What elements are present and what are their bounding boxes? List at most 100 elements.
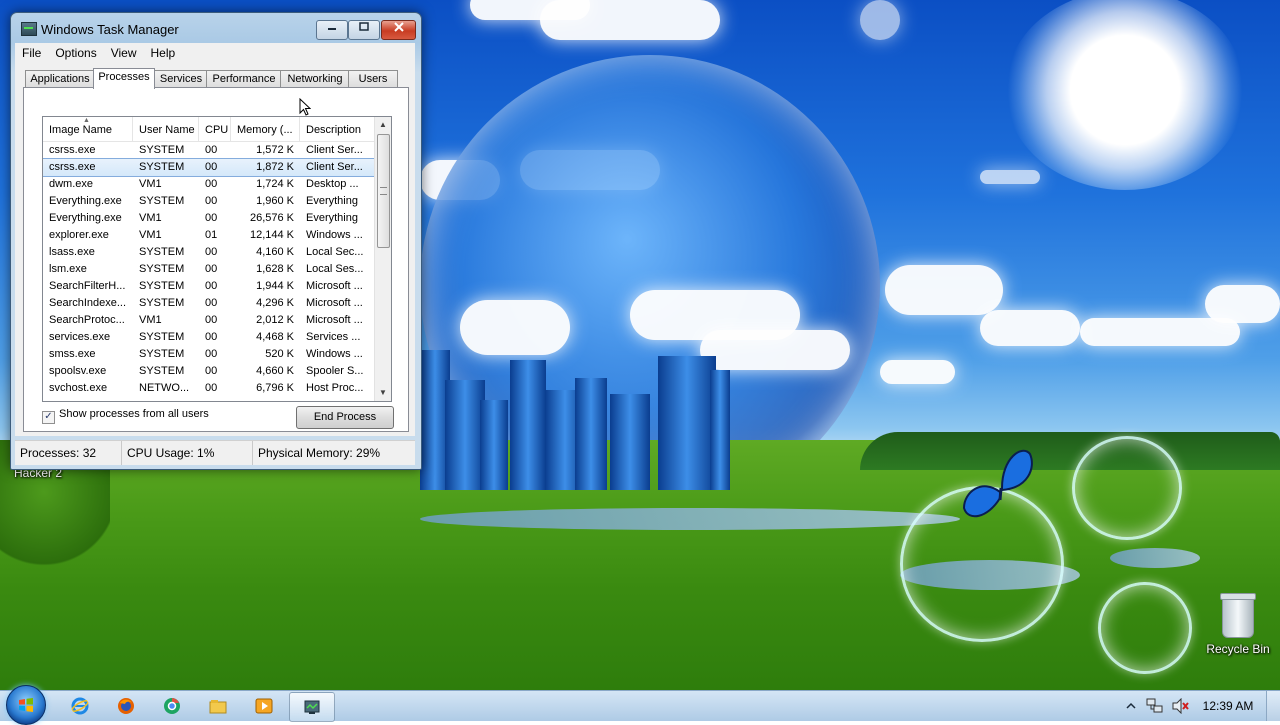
client-area: Applications Processes Services Performa… xyxy=(15,63,415,436)
column-user-name[interactable]: User Name xyxy=(133,117,199,141)
cell-image-name: csrss.exe xyxy=(49,161,96,173)
table-row[interactable]: spoolsv.exe SYSTEM 00 4,660 K Spooler S... xyxy=(43,363,375,380)
cell-user-name: VM1 xyxy=(139,229,162,241)
cloud xyxy=(980,310,1080,346)
menu-help[interactable]: Help xyxy=(144,43,183,63)
show-desktop-button[interactable] xyxy=(1266,691,1280,721)
cell-user-name: VM1 xyxy=(139,212,162,224)
table-row[interactable]: SearchProtoc... VM1 00 2,012 K Microsoft ... xyxy=(43,312,375,329)
table-row[interactable]: smss.exe SYSTEM 00 520 K Windows ... xyxy=(43,346,375,363)
tab-performance[interactable]: Performance xyxy=(206,70,282,88)
grip-icon xyxy=(380,187,387,195)
window-title: Windows Task Manager xyxy=(41,22,179,37)
cell-image-name: lsass.exe xyxy=(49,246,95,258)
cell-memory: 1,944 K xyxy=(256,280,294,292)
cell-cpu: 00 xyxy=(205,195,218,207)
show-hidden-icons-icon[interactable] xyxy=(1126,701,1136,711)
scroll-thumb[interactable] xyxy=(377,134,390,248)
column-description[interactable]: Description xyxy=(300,117,375,141)
table-row[interactable]: services.exe SYSTEM 00 4,468 K Services ... xyxy=(43,329,375,346)
network-icon[interactable] xyxy=(1146,698,1164,714)
cell-description: Spooler S... xyxy=(306,365,364,377)
taskbar-firefox[interactable] xyxy=(104,692,148,720)
title-bar[interactable]: Windows Task Manager xyxy=(11,13,421,43)
cell-description: Desktop ... xyxy=(306,178,359,190)
sort-ascending-icon: ▲ xyxy=(83,117,90,124)
show-all-users-checkbox[interactable]: ✓ Show processes from all users xyxy=(42,408,209,424)
cell-user-name: VM1 xyxy=(139,314,162,326)
taskbar-file-explorer[interactable] xyxy=(196,692,240,720)
table-row[interactable]: svchost.exe NETWO... 00 6,796 K Host Proc... xyxy=(43,380,375,397)
cell-user-name: SYSTEM xyxy=(139,297,185,309)
cell-image-name: Everything.exe xyxy=(49,195,122,207)
cell-description: Windows ... xyxy=(306,348,363,360)
tab-services[interactable]: Services xyxy=(154,70,208,88)
taskbar-task-manager[interactable] xyxy=(289,692,335,722)
column-image-name[interactable]: ▲ Image Name xyxy=(43,117,133,141)
cell-user-name: SYSTEM xyxy=(139,161,185,173)
file-explorer-icon xyxy=(209,700,227,714)
internet-explorer-icon xyxy=(71,697,89,715)
process-list[interactable]: ▲ Image Name User Name CPU Memory (... D… xyxy=(42,116,392,402)
scroll-up-icon[interactable]: ▲ xyxy=(375,117,391,133)
column-cpu[interactable]: CPU xyxy=(199,117,231,141)
table-row[interactable]: dwm.exe VM1 00 1,724 K Desktop ... xyxy=(43,176,375,193)
cell-cpu: 00 xyxy=(205,365,218,377)
minimize-button[interactable] xyxy=(316,20,348,40)
recycle-bin-icon xyxy=(1220,593,1256,638)
table-row[interactable]: Everything.exe SYSTEM 00 1,960 K Everything xyxy=(43,193,375,210)
table-row[interactable]: csrss.exe SYSTEM 00 1,872 K Client Ser... xyxy=(43,158,376,177)
tab-users[interactable]: Users xyxy=(348,70,398,88)
status-processes: Processes: 32 xyxy=(15,441,122,465)
menu-file[interactable]: File xyxy=(15,43,48,63)
taskbar-media-player[interactable] xyxy=(242,692,286,720)
cell-image-name: services.exe xyxy=(49,331,111,343)
cell-memory: 4,296 K xyxy=(256,297,294,309)
cell-cpu: 00 xyxy=(205,331,218,343)
bubble xyxy=(1098,582,1192,674)
taskbar-internet-explorer[interactable] xyxy=(58,692,102,720)
table-row[interactable]: SearchFilterH... SYSTEM 00 1,944 K Microsoft… xyxy=(43,278,375,295)
butterfly xyxy=(962,449,1033,518)
cell-description: Local Sec... xyxy=(306,246,364,258)
cell-user-name: SYSTEM xyxy=(139,348,185,360)
cell-memory: 4,160 K xyxy=(256,246,294,258)
cell-image-name: explorer.exe xyxy=(49,229,109,241)
cell-image-name: dwm.exe xyxy=(49,178,94,190)
table-row[interactable]: lsass.exe SYSTEM 00 4,160 K Local Sec... xyxy=(43,244,375,261)
tab-networking[interactable]: Networking xyxy=(280,70,350,88)
menu-options[interactable]: Options xyxy=(48,43,103,63)
table-row[interactable]: lsm.exe SYSTEM 00 1,628 K Local Ses... xyxy=(43,261,375,278)
vertical-scrollbar[interactable]: ▲ ▼ xyxy=(374,117,391,401)
start-button[interactable] xyxy=(6,685,46,725)
cell-image-name: svchost.exe xyxy=(49,382,108,394)
recycle-bin-label: Recycle Bin xyxy=(1206,642,1270,656)
cloud xyxy=(880,360,955,384)
checkbox-check-icon[interactable]: ✓ xyxy=(42,411,55,424)
firefox-icon xyxy=(118,698,134,714)
taskbar-chrome[interactable] xyxy=(150,692,194,720)
close-icon xyxy=(393,22,404,32)
volume-muted-icon[interactable] xyxy=(1172,698,1190,714)
cell-image-name: lsm.exe xyxy=(49,263,87,275)
column-memory[interactable]: Memory (... xyxy=(231,117,300,141)
tab-processes[interactable]: Processes xyxy=(93,68,155,89)
table-row[interactable]: Everything.exe VM1 00 26,576 K Everything xyxy=(43,210,375,227)
cell-cpu: 00 xyxy=(205,348,218,360)
cell-image-name: SearchProtoc... xyxy=(49,314,125,326)
recycle-bin[interactable]: Recycle Bin xyxy=(1206,593,1270,656)
tab-applications[interactable]: Applications xyxy=(25,70,95,88)
cell-image-name: smss.exe xyxy=(49,348,96,360)
table-row[interactable]: explorer.exe VM1 01 12,144 K Windows ... xyxy=(43,227,375,244)
table-row[interactable]: SearchIndexe... SYSTEM 00 4,296 K Microsoft … xyxy=(43,295,375,312)
table-row[interactable]: csrss.exe SYSTEM 00 1,572 K Client Ser... xyxy=(43,142,375,159)
system-clock[interactable]: 12:39 AM xyxy=(1198,691,1258,721)
scroll-down-icon[interactable]: ▼ xyxy=(375,385,391,401)
maximize-button[interactable] xyxy=(348,20,380,40)
cell-memory: 1,724 K xyxy=(256,178,294,190)
menu-view[interactable]: View xyxy=(104,43,144,63)
close-button[interactable] xyxy=(381,20,416,40)
end-process-button[interactable]: End Process xyxy=(296,406,394,429)
cloud xyxy=(885,265,1003,315)
cell-description: Client Ser... xyxy=(306,161,363,173)
